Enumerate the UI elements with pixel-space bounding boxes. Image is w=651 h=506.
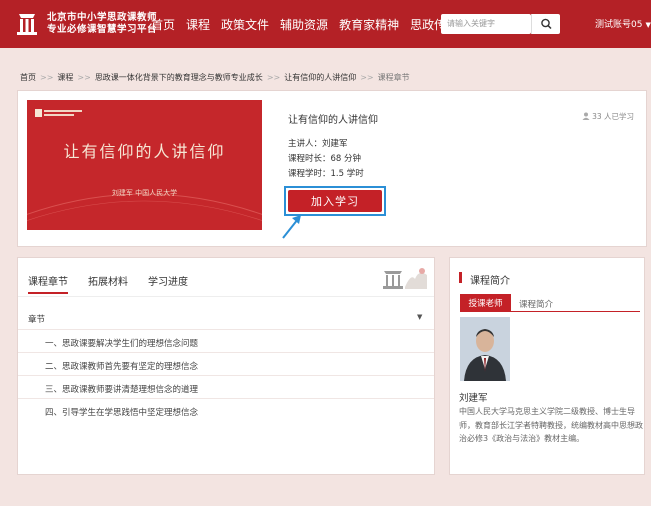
platform-name: 北京市中小学思政课教师 专业必修课智慧学习平台 (47, 12, 157, 36)
nav-courses[interactable]: 课程 (186, 16, 210, 33)
cover-subtitle: 刘建军 中国人民大学 (111, 189, 178, 197)
teacher-portrait-icon (460, 317, 510, 381)
course-cover-image[interactable]: 让有信仰的人讲信仰 刘建军 中国人民大学 (27, 100, 262, 230)
breadcrumb-course[interactable]: 让有信仰的人讲信仰 (284, 73, 356, 82)
chevron-down-icon: ▼ (645, 21, 651, 29)
cover-title: 让有信仰的人讲信仰 (63, 142, 226, 161)
breadcrumb-separator: >> (266, 73, 281, 82)
breadcrumb: 首页 >> 课程 >> 思政课一体化背景下的教育理念与教师专业成长 >> 让有信仰的人讲信仰… (20, 72, 410, 83)
tab-course-intro[interactable]: 课程简介 (519, 298, 553, 310)
nav-resources[interactable]: 辅助资源 (280, 16, 328, 33)
user-icon (582, 112, 590, 120)
account-name: 测试账号05 (595, 20, 643, 30)
divider (18, 329, 434, 330)
nav-policy[interactable]: 政策文件 (221, 16, 269, 33)
top-header: 北京市中小学思政课教师 专业必修课智慧学习平台 首页 课程 政策文件 辅助资源 … (0, 0, 651, 48)
tab-progress[interactable]: 学习进度 (148, 273, 188, 294)
teacher-photo (460, 317, 510, 381)
breadcrumb-courses[interactable]: 课程 (57, 73, 73, 82)
breadcrumb-separator: >> (77, 73, 91, 82)
search-input[interactable]: 请输入关键字 (441, 14, 531, 34)
chapter-item[interactable]: 一、思政课要解决学生们的理想信念问题 (45, 337, 198, 349)
course-title: 让有信仰的人讲信仰 (288, 115, 378, 126)
learner-count-text: 33 人已学习 (592, 112, 634, 121)
breadcrumb-current: 课程章节 (377, 73, 410, 82)
join-button-highlight: 加入学习 (284, 186, 386, 216)
pointer-arrow-icon (282, 215, 301, 239)
nav-home[interactable]: 首页 (151, 16, 175, 33)
course-lecturer: 主讲人：刘建军 (288, 139, 348, 149)
brand-line-2: 专业必修课智慧学习平台 (47, 24, 158, 35)
chapter-item[interactable]: 二、思政课教师首先要有坚定的理想信念 (45, 360, 198, 372)
chapter-tabs: 课程章节 拓展材料 学习进度 (28, 273, 208, 294)
tab-materials[interactable]: 拓展材料 (88, 273, 128, 294)
chapter-item[interactable]: 三、思政课教师要讲清楚理想信念的道理 (45, 383, 198, 395)
intro-tabs-divider (460, 311, 640, 312)
nav-educator-spirit[interactable]: 教育家精神 (339, 16, 399, 33)
divider (18, 352, 434, 353)
divider (18, 398, 434, 399)
university-logo-icon (35, 109, 82, 117)
account-menu[interactable]: 测试账号05 ▼ (595, 17, 651, 30)
building-decoration-icon (383, 268, 427, 289)
course-hours: 课程学时：1.5 学时 (288, 169, 364, 179)
breadcrumb-separator: >> (40, 73, 54, 82)
platform-logo-icon (17, 14, 37, 35)
breadcrumb-series[interactable]: 思政课一体化背景下的教育理念与教师专业成长 (95, 73, 263, 82)
breadcrumb-separator: >> (360, 73, 374, 82)
teacher-name: 刘建军 (459, 393, 488, 404)
search-button[interactable] (531, 14, 560, 34)
chapter-section-header[interactable]: 章节 (28, 313, 45, 325)
tabs-divider (18, 296, 434, 297)
cover-decoration-icon (27, 193, 262, 221)
learner-count: 33 人已学习 (582, 111, 634, 122)
chapter-item[interactable]: 四、引导学生在学思践悟中坚定理想信念 (45, 406, 198, 418)
tab-teacher[interactable]: 授课老师 (460, 294, 511, 311)
search-icon (541, 18, 552, 30)
join-course-button[interactable]: 加入学习 (288, 190, 382, 212)
teacher-bio: 中国人民大学马克思主义学院二级教授、博士生导师，教育部长江学者特聘教授，统编教材… (459, 407, 643, 443)
main-nav: 首页 课程 政策文件 辅助资源 教育家精神 思政传习坊 (151, 0, 481, 48)
breadcrumb-home[interactable]: 首页 (20, 73, 36, 82)
intro-title: 课程简介 (470, 276, 510, 287)
chevron-down-icon[interactable]: ▼ (417, 313, 422, 321)
divider (18, 375, 434, 376)
course-duration: 课程时长：68 分钟 (288, 154, 362, 164)
section-marker (459, 272, 462, 283)
tab-chapters[interactable]: 课程章节 (28, 273, 68, 294)
brand-line-1: 北京市中小学思政课教师 (47, 12, 158, 23)
